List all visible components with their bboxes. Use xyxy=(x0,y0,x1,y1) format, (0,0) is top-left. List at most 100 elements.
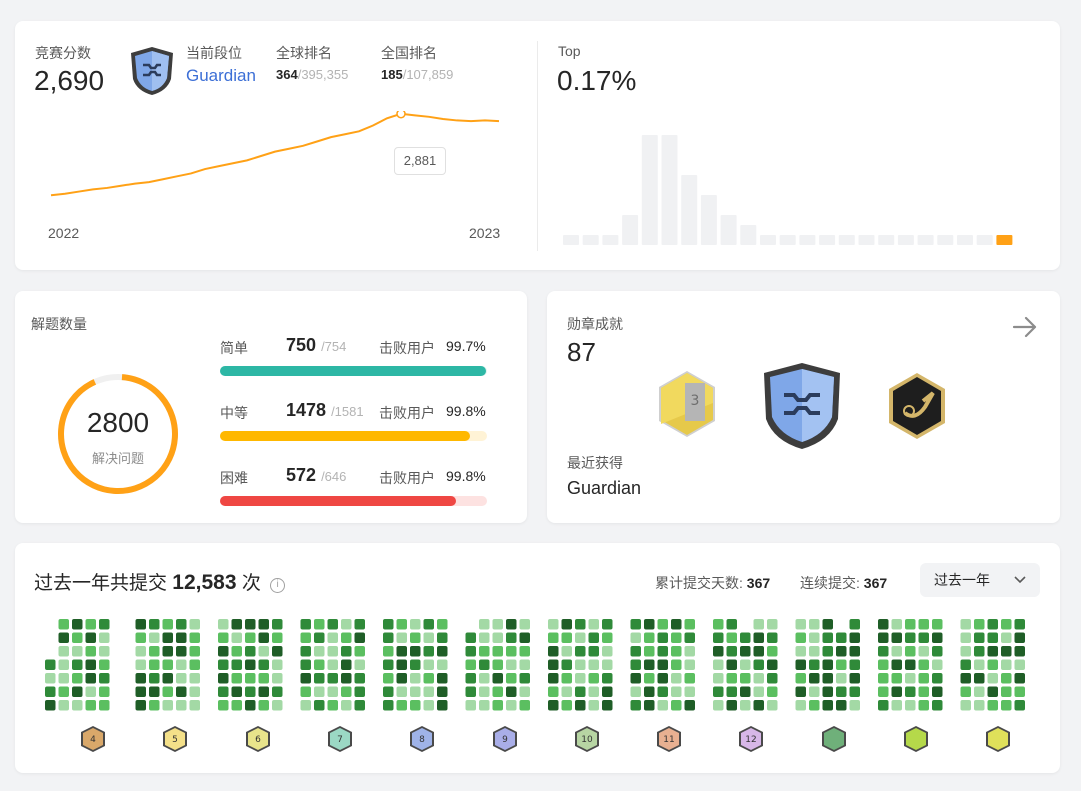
heatmap-cell xyxy=(218,700,229,711)
easy-count-value: 750 xyxy=(286,335,317,355)
hard-beat: 99.8% xyxy=(446,468,486,484)
heatmap-cell xyxy=(974,619,985,630)
heatmap-cell xyxy=(932,686,943,697)
heatmap-cell xyxy=(383,686,394,697)
distribution-bar xyxy=(819,235,836,245)
heatmap-cell xyxy=(849,686,860,697)
global-rank: 364/395,355 xyxy=(276,67,348,82)
heatmap-cell xyxy=(960,673,971,684)
heatmap-cell xyxy=(162,659,173,670)
heatmap-cell xyxy=(354,646,365,657)
heatmap-cell xyxy=(1001,619,1012,630)
heatmap-cell xyxy=(396,673,407,684)
heatmap-cell xyxy=(836,686,847,697)
info-icon[interactable]: i xyxy=(270,578,286,593)
heatmap-cell xyxy=(575,632,586,643)
heatmap-cell xyxy=(437,619,448,630)
top-value: 0.17% xyxy=(557,65,637,96)
heatmap-cell xyxy=(72,700,83,711)
heatmap-cell xyxy=(272,686,283,697)
hard-total: /646 xyxy=(321,469,347,484)
x-axis-end: 2023 xyxy=(469,225,501,241)
heatmap-cell xyxy=(245,632,256,643)
heatmap-cell xyxy=(519,700,530,711)
heatmap-cell xyxy=(314,659,325,670)
heatmap-cell xyxy=(410,686,421,697)
heatmap-cell xyxy=(519,686,530,697)
heatmap-cell xyxy=(72,646,83,657)
heatmap-cell xyxy=(849,700,860,711)
heatmap-cell xyxy=(99,619,110,630)
heatmap-cell xyxy=(671,686,682,697)
heatmap-cell xyxy=(258,673,269,684)
svg-text:5: 5 xyxy=(172,735,178,745)
heatmap-cell xyxy=(231,646,242,657)
x-axis-start: 2022 xyxy=(48,225,80,241)
heatmap-cell xyxy=(753,686,764,697)
distribution-bar xyxy=(700,195,717,245)
heatmap-cell xyxy=(795,673,806,684)
heatmap-cell xyxy=(479,673,490,684)
level-value[interactable]: Guardian xyxy=(186,66,256,86)
heatmap-cell xyxy=(548,632,559,643)
heatmap-cell xyxy=(767,673,778,684)
heatmap-cell xyxy=(588,659,599,670)
heatmap-cell xyxy=(423,646,434,657)
heatmap-cell xyxy=(85,700,96,711)
heatmap-cell xyxy=(99,673,110,684)
black-hex-badge-icon[interactable] xyxy=(885,371,949,441)
medium-beat: 99.8% xyxy=(446,403,486,419)
heatmap-cell xyxy=(713,646,724,657)
medium-progress-bar xyxy=(220,431,487,441)
heatmap-cell xyxy=(423,700,434,711)
heatmap-cell xyxy=(671,659,682,670)
heatmap-cell xyxy=(713,673,724,684)
heatmap-cell xyxy=(465,632,476,643)
distribution-bar xyxy=(602,235,619,245)
heatmap-cell xyxy=(974,700,985,711)
national-rank-value: 185 xyxy=(381,67,403,82)
heatmap-cell xyxy=(630,700,641,711)
heatmap-cell xyxy=(726,646,737,657)
heatmap-cell xyxy=(300,673,311,684)
range-dropdown[interactable]: 过去一年 xyxy=(920,563,1040,597)
heatmap-cell xyxy=(671,673,682,684)
heatmap-cell xyxy=(85,686,96,697)
heatmap-cell xyxy=(630,646,641,657)
heatmap-cell xyxy=(149,646,160,657)
month-medal-icon: 4 xyxy=(80,725,106,753)
heatmap-cell xyxy=(684,673,695,684)
distribution-bar xyxy=(582,235,599,245)
guardian-large-badge-icon[interactable] xyxy=(760,361,844,451)
heatmap-cell xyxy=(630,632,641,643)
global-rank-total: /395,355 xyxy=(297,67,349,82)
heatmap-cell xyxy=(548,673,559,684)
heatmap-cell xyxy=(974,646,985,657)
streak: 连续提交: 367 xyxy=(800,573,887,593)
heatmap-cell xyxy=(987,673,998,684)
heatmap-cell xyxy=(410,619,421,630)
badge-3-mar-icon[interactable]: 3 xyxy=(655,369,719,441)
heatmap-cell xyxy=(45,659,56,670)
heatmap-cell xyxy=(354,673,365,684)
heatmap-cell xyxy=(644,632,655,643)
heatmap-cell xyxy=(272,646,283,657)
heatmap-cell xyxy=(878,673,889,684)
heatmap-cell xyxy=(341,659,352,670)
heatmap-cell xyxy=(767,686,778,697)
submissions-heading: 过去一年共提交 12,583 次 i xyxy=(34,568,286,595)
solved-title: 解题数量 xyxy=(31,316,87,332)
arrow-right-icon[interactable] xyxy=(1011,313,1039,341)
difficulty-label-medium: 中等 xyxy=(220,405,248,421)
heatmap-cell xyxy=(713,632,724,643)
heatmap-cell xyxy=(176,686,187,697)
heatmap-cell xyxy=(341,673,352,684)
heatmap-cell xyxy=(561,619,572,630)
distribution-bar xyxy=(799,235,816,245)
submissions-count: 12,583 xyxy=(172,571,237,594)
heatmap-cell xyxy=(753,659,764,670)
heatmap-cell xyxy=(809,673,820,684)
heatmap-cell xyxy=(479,659,490,670)
distribution-bar xyxy=(897,235,914,245)
heatmap-cell xyxy=(85,632,96,643)
